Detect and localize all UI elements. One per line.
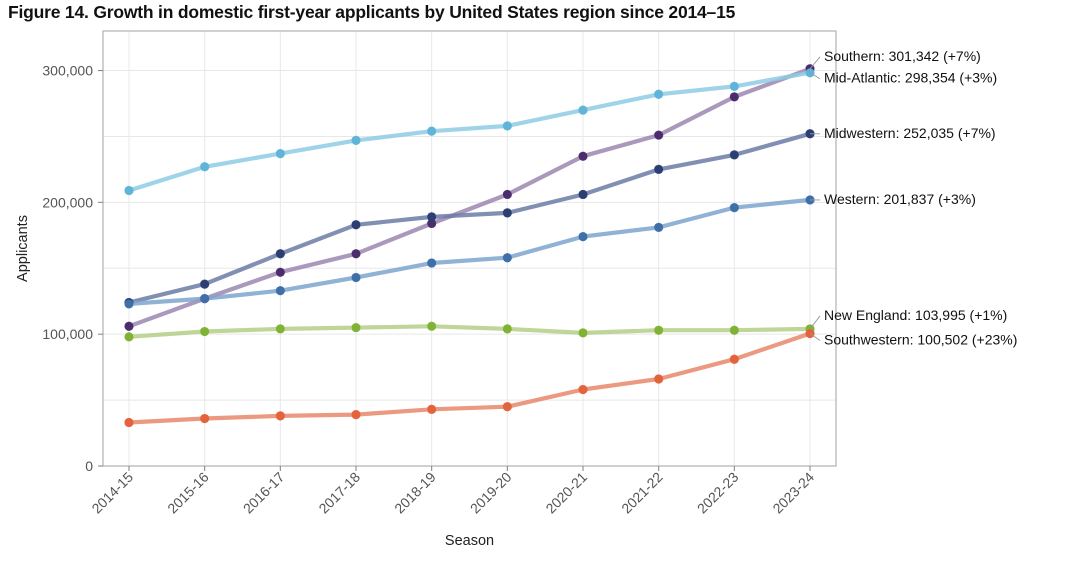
data-point-marker [200,414,210,423]
data-point-marker [729,81,739,91]
data-point-marker [578,385,588,394]
data-point-marker [275,149,285,158]
y-tick-label: 100,000 [42,326,93,342]
data-point-marker [502,402,512,412]
data-point-marker [502,190,512,199]
data-point-marker [427,404,437,414]
plot-gridlines [103,31,836,467]
data-point-marker [351,273,361,282]
data-point-marker [502,121,512,131]
x-tick-label: 2016-17 [240,469,288,517]
series-end-label-western: Western: 201,837 (+3%) [824,191,976,207]
series-end-label-midwestern: Midwestern: 252,035 (+7%) [824,125,996,141]
data-point-marker [654,223,664,232]
x-tick-label: 2018-19 [391,469,439,517]
x-tick-label: 2022-23 [694,469,742,517]
data-point-marker [275,267,285,277]
series-end-labels: Southern: 301,342 (+7%) Mid-Atlantic: 298… [824,48,1017,348]
data-point-marker [275,286,285,296]
data-point-marker [654,325,664,335]
series-line-southern [126,66,813,329]
data-point-marker [502,253,512,263]
data-point-marker [124,332,134,342]
data-point-marker [351,410,361,419]
series-end-label-southwestern: Southwestern: 100,502 (+23%) [824,332,1017,348]
data-point-marker [200,327,210,336]
data-point-marker [427,126,437,136]
data-lines [126,66,813,425]
series-end-label-new-england: New England: 103,995 (+1%) [824,307,1007,323]
data-point-marker [654,130,664,140]
data-point-marker [729,92,739,102]
series-end-label-mid-atlantic: Mid-Atlantic: 298,354 (+3%) [824,70,997,86]
data-points [124,64,815,428]
x-tick-label: 2017-18 [315,469,363,517]
y-tick-label: 300,000 [42,63,93,79]
y-tick-label: 0 [85,458,93,474]
data-point-marker [124,186,134,195]
series-end-label-southern: Southern: 301,342 (+7%) [824,48,981,64]
data-point-marker [654,165,664,174]
x-tick-label: 2015-16 [164,469,212,517]
series-line-southwestern [126,331,813,425]
data-point-marker [654,374,664,384]
series-line-mid-atlantic [126,70,813,193]
data-point-marker [427,258,437,268]
data-point-marker [275,411,285,421]
data-point-marker [124,299,134,309]
data-point-marker [351,323,361,332]
data-point-marker [729,203,739,213]
data-point-marker [729,354,739,364]
data-point-marker [729,325,739,335]
data-point-marker [654,89,664,99]
data-point-marker [351,249,361,259]
data-point-marker [351,220,361,230]
data-point-marker [351,136,361,145]
data-point-marker [124,321,134,331]
x-tick-label: 2019-20 [467,469,515,517]
plot-panel-border [102,30,837,467]
data-point-marker [578,328,588,338]
series-line-new-england [126,324,813,339]
data-point-marker [124,418,134,427]
y-axis-title: Applicants [15,215,31,282]
data-point-marker [578,105,588,115]
x-axis-title: Season [445,533,494,549]
x-tick-label: 2020-21 [542,469,590,517]
line-chart: 0100,000200,000300,000 2014-15 2015-16 201… [15,30,1017,549]
x-axis-ticks: 2014-15 2015-16 2016-17 2017-18 2018-19 2019-… [88,466,817,516]
data-point-marker [427,321,437,331]
data-point-marker [578,151,588,161]
data-point-marker [502,324,512,334]
x-tick-label: 2014-15 [88,469,136,517]
data-point-marker [200,279,210,289]
data-point-marker [275,324,285,334]
data-point-marker [578,190,588,199]
x-tick-label: 2021-22 [618,469,666,517]
x-tick-label: 2023-24 [769,469,817,517]
data-point-marker [275,249,285,259]
data-point-marker [578,232,588,242]
data-point-marker [200,294,210,303]
data-point-marker [427,212,437,222]
series-line-midwestern [126,131,813,305]
data-point-marker [502,208,512,218]
data-point-marker [729,150,739,160]
data-point-marker [200,162,210,172]
y-axis-ticks: 0 100,000 200,000 300,000 [42,63,103,474]
y-tick-label: 200,000 [42,194,93,210]
figure-container: Figure 14. Growth in domestic first-year… [0,0,1080,562]
